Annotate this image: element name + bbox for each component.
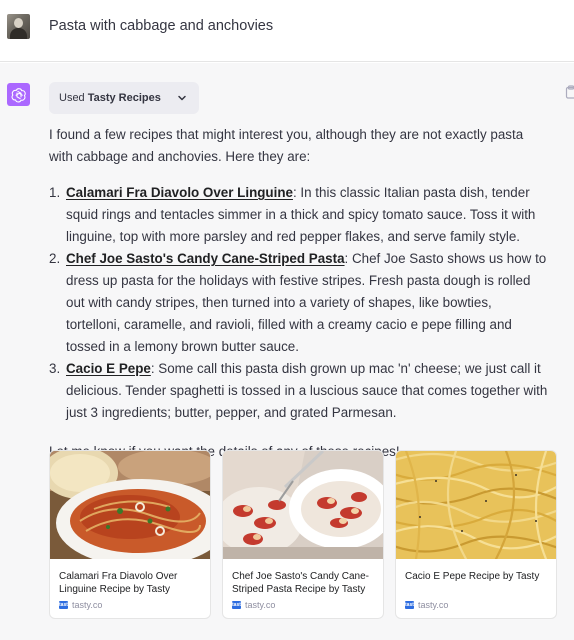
user-message-text: Pasta with cabbage and anchovies (49, 18, 274, 34)
card-source: tasty tasty.co (232, 599, 275, 611)
recipe-description: : Chef Joe Sasto shows us how to dress u… (66, 251, 547, 354)
recipe-cards: Calamari Fra Diavolo Over Linguine Recip… (49, 450, 557, 619)
card-source-domain: tasty.co (245, 600, 276, 610)
tasty-favicon-icon: tasty (405, 601, 417, 609)
openai-logo-icon (7, 83, 30, 106)
recipe-link-calamari[interactable]: Calamari Fra Diavolo Over Linguine (66, 185, 293, 200)
card-source: tasty tasty.co (59, 599, 102, 611)
user-message-row: Pasta with cabbage and anchovies (0, 0, 574, 62)
card-source-domain: tasty.co (72, 600, 103, 610)
user-avatar (7, 14, 30, 39)
recipe-image (396, 451, 556, 559)
list-number: 1. (49, 185, 61, 200)
list-item: 3. Cacio E Pepe: Some call this pasta dis… (49, 358, 549, 424)
assistant-message-content: I found a few recipes that might interes… (49, 124, 549, 463)
plugin-used-dropdown[interactable]: Used Tasty Recipes (49, 82, 199, 114)
list-item: 2. Chef Joe Sasto's Candy Cane-Striped Pa… (49, 248, 549, 358)
card-source-domain: tasty.co (418, 600, 449, 610)
recipe-card-candy-cane-pasta[interactable]: Chef Joe Sasto's Candy Cane-Striped Past… (222, 450, 384, 619)
card-title: Calamari Fra Diavolo Over Linguine Recip… (59, 571, 178, 595)
recipe-list: 1. Calamari Fra Diavolo Over Linguine: In… (49, 182, 549, 424)
list-number: 3. (49, 361, 61, 376)
recipe-card-calamari[interactable]: Calamari Fra Diavolo Over Linguine Recip… (49, 450, 211, 619)
card-title: Cacio E Pepe Recipe by Tasty (405, 571, 540, 582)
tasty-favicon-icon: tasty (232, 601, 244, 609)
card-title: Chef Joe Sasto's Candy Cane-Striped Past… (232, 571, 369, 595)
recipe-image (223, 451, 383, 559)
list-number: 2. (49, 251, 61, 266)
assistant-message-row: Used Tasty Recipes I found a few recipes… (0, 63, 574, 640)
clipboard-icon[interactable] (565, 85, 574, 99)
card-source: tasty tasty.co (405, 599, 448, 611)
recipe-link-candy-cane-pasta[interactable]: Chef Joe Sasto's Candy Cane-Striped Past… (66, 251, 345, 266)
chevron-down-icon (177, 93, 187, 103)
plugin-used-prefix: Used (59, 92, 85, 104)
plugin-name: Tasty Recipes (87, 92, 161, 104)
list-item: 1. Calamari Fra Diavolo Over Linguine: In… (49, 182, 549, 248)
recipe-image (50, 451, 210, 559)
intro-text: I found a few recipes that might interes… (49, 127, 524, 164)
recipe-card-cacio-e-pepe[interactable]: Cacio E Pepe Recipe by Tasty tasty tasty… (395, 450, 557, 619)
recipe-link-cacio-e-pepe[interactable]: Cacio E Pepe (66, 361, 151, 376)
tasty-favicon-icon: tasty (59, 601, 71, 609)
